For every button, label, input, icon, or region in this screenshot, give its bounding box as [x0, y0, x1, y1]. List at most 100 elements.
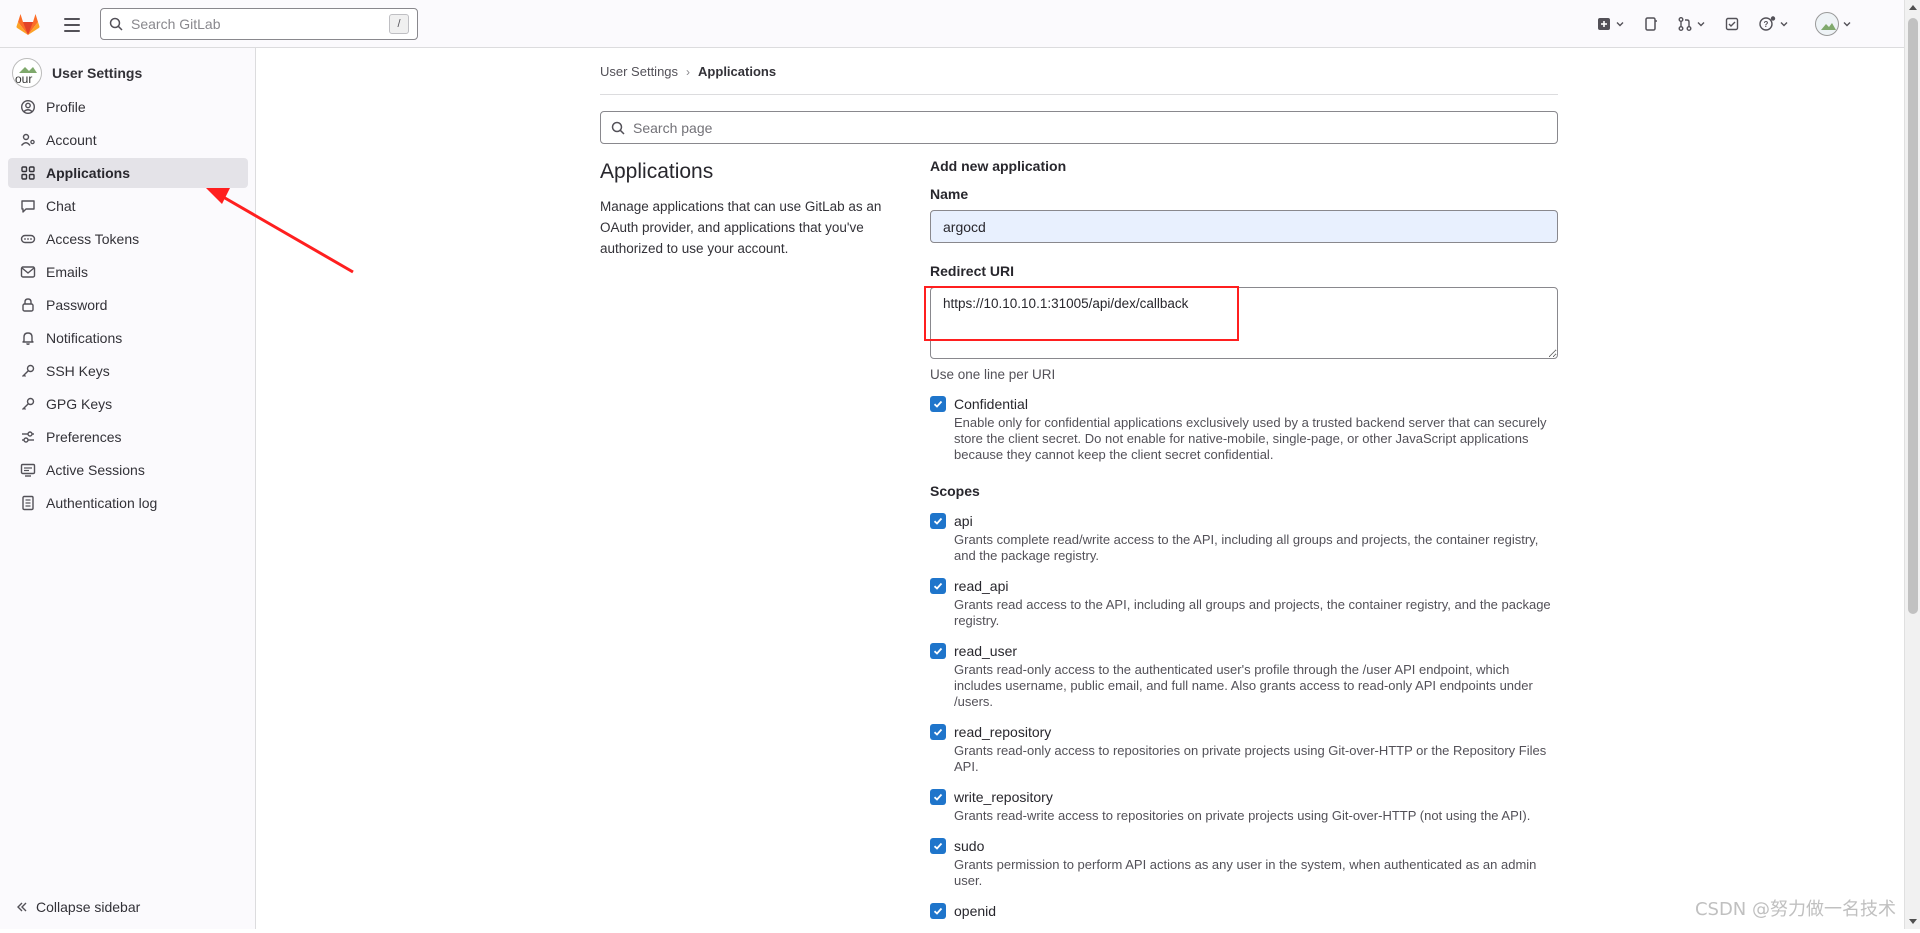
- preferences-icon: [22, 431, 34, 443]
- scope-label: write_repository: [954, 789, 1053, 805]
- check-icon: [933, 842, 943, 850]
- help-icon: ?: [1759, 16, 1776, 31]
- scope-description: Grants complete read/write access to the…: [954, 532, 1539, 563]
- scope-label: read_repository: [954, 724, 1052, 740]
- svg-text:?: ?: [1764, 20, 1769, 29]
- check-icon: [933, 517, 943, 525]
- sidebar-item-label: Chat: [46, 198, 76, 214]
- avatar: our: [12, 58, 42, 88]
- scroll-up-icon[interactable]: [1909, 5, 1917, 10]
- check-icon: [933, 907, 943, 915]
- page-search-input[interactable]: [631, 118, 1531, 137]
- confidential-description: Enable only for confidential application…: [954, 415, 1547, 462]
- scope-description: Grants read access to the API, including…: [954, 597, 1551, 628]
- sidebar-item-preferences[interactable]: Preferences: [8, 422, 248, 452]
- sidebar-item-label: Authentication log: [46, 495, 158, 511]
- check-icon: [933, 647, 943, 655]
- user-menu-button[interactable]: [1811, 12, 1856, 36]
- sidebar-item-gpg-keys[interactable]: GPG Keys: [8, 389, 248, 419]
- scope-sudo-checkbox[interactable]: [930, 838, 946, 854]
- redirect-uri-hint: Use one line per URI: [930, 367, 1056, 382]
- scope-read-api-checkbox[interactable]: [930, 578, 946, 594]
- page-scrollbar[interactable]: [1904, 0, 1920, 929]
- scope-description: Grants permission to perform API actions…: [954, 857, 1537, 888]
- lock-icon: [22, 298, 34, 312]
- confidential-checkbox[interactable]: [930, 396, 946, 412]
- redirect-uri-label: Redirect URI: [930, 263, 1015, 279]
- log-icon: [22, 495, 34, 511]
- collapse-sidebar-button[interactable]: Collapse sidebar: [16, 899, 140, 915]
- scope-label: read_api: [954, 578, 1009, 594]
- sidebar-item-profile[interactable]: Profile: [8, 92, 248, 122]
- page-title: Applications: [600, 160, 714, 183]
- scope-label: read_user: [954, 643, 1018, 659]
- token-icon: [20, 234, 36, 244]
- check-icon: [933, 400, 943, 408]
- create-new-button[interactable]: [1592, 12, 1629, 36]
- sidebar-item-label: Access Tokens: [46, 231, 140, 247]
- scope-sudo: sudo Grants permission to perform API ac…: [930, 836, 1558, 889]
- key-icon: [22, 364, 35, 377]
- scroll-down-icon[interactable]: [1909, 919, 1917, 924]
- sidebar-item-label: Notifications: [46, 330, 123, 346]
- scope-openid: openid: [930, 901, 1558, 921]
- name-input[interactable]: [930, 210, 1558, 243]
- sidebar-item-notifications[interactable]: Notifications: [8, 323, 248, 353]
- sidebar-item-active-sessions[interactable]: Active Sessions: [8, 455, 248, 485]
- confidential-label: Confidential: [954, 396, 1028, 412]
- sidebar-item-applications[interactable]: Applications: [8, 158, 248, 188]
- todo-icon: [1725, 17, 1739, 31]
- account-icon: [20, 133, 35, 146]
- sidebar-item-label: Preferences: [46, 429, 122, 445]
- scroll-thumb[interactable]: [1908, 18, 1918, 614]
- global-search-input[interactable]: [129, 15, 379, 33]
- redirect-uri-input[interactable]: https://10.10.10.1:31005/api/dex/callbac…: [930, 287, 1558, 359]
- scope-description: Grants read-write access to repositories…: [954, 808, 1531, 823]
- breadcrumb: User Settings › Applications: [600, 64, 776, 79]
- scope-description: Grants read-only access to repositories …: [954, 743, 1547, 774]
- scopes-heading: Scopes: [930, 483, 980, 499]
- issues-button[interactable]: [1639, 12, 1663, 36]
- check-icon: [933, 793, 943, 801]
- issues-icon: [1645, 17, 1657, 31]
- todos-button[interactable]: [1720, 12, 1744, 36]
- sidebar-item-authentication-log[interactable]: Authentication log: [8, 488, 248, 518]
- add-application-form: Add new application Name Redirect URI ht…: [930, 158, 1558, 933]
- help-button[interactable]: ?: [1754, 12, 1793, 36]
- global-search-box[interactable]: /: [100, 8, 418, 40]
- scope-label: openid: [954, 903, 997, 919]
- breadcrumb-current[interactable]: Applications: [698, 64, 776, 79]
- chat-icon: [21, 200, 35, 213]
- hamburger-menu-icon[interactable]: [62, 14, 84, 34]
- sidebar-item-label: Emails: [46, 264, 89, 280]
- scope-read-repository-checkbox[interactable]: [930, 724, 946, 740]
- sidebar-header[interactable]: our User Settings: [12, 58, 142, 88]
- sidebar-item-chat[interactable]: Chat: [8, 191, 248, 221]
- top-navigation-bar: / ?: [0, 0, 1904, 48]
- confidential-option: Confidential Enable only for confidentia…: [930, 394, 1558, 463]
- scope-label: sudo: [954, 838, 985, 854]
- profile-icon: [20, 99, 36, 115]
- sidebar-item-access-tokens[interactable]: Access Tokens: [8, 224, 248, 254]
- gitlab-logo-icon[interactable]: [14, 10, 42, 38]
- scope-openid-checkbox[interactable]: [930, 903, 946, 919]
- sidebar-item-password[interactable]: Password: [8, 290, 248, 320]
- sidebar-item-ssh-keys[interactable]: SSH Keys: [8, 356, 248, 386]
- scope-label: api: [954, 513, 973, 529]
- plus-square-icon: [1598, 18, 1610, 30]
- page-search-box[interactable]: [600, 111, 1558, 144]
- settings-sidebar: our User Settings Profile Account Applic…: [0, 48, 256, 929]
- merge-requests-button[interactable]: [1673, 12, 1710, 36]
- scope-read-user-checkbox[interactable]: [930, 643, 946, 659]
- scope-write-repository: write_repository Grants read-write acces…: [930, 787, 1558, 824]
- scope-api-checkbox[interactable]: [930, 513, 946, 529]
- check-icon: [933, 728, 943, 736]
- sidebar-item-account[interactable]: Account: [8, 125, 248, 155]
- scope-write-repository-checkbox[interactable]: [930, 789, 946, 805]
- search-icon: [611, 121, 625, 135]
- name-label: Name: [930, 186, 969, 202]
- sidebar-item-label: SSH Keys: [46, 363, 110, 379]
- breadcrumb-user-settings[interactable]: User Settings: [600, 64, 678, 79]
- search-shortcut-key: /: [389, 14, 409, 34]
- sidebar-item-emails[interactable]: Emails: [8, 257, 248, 287]
